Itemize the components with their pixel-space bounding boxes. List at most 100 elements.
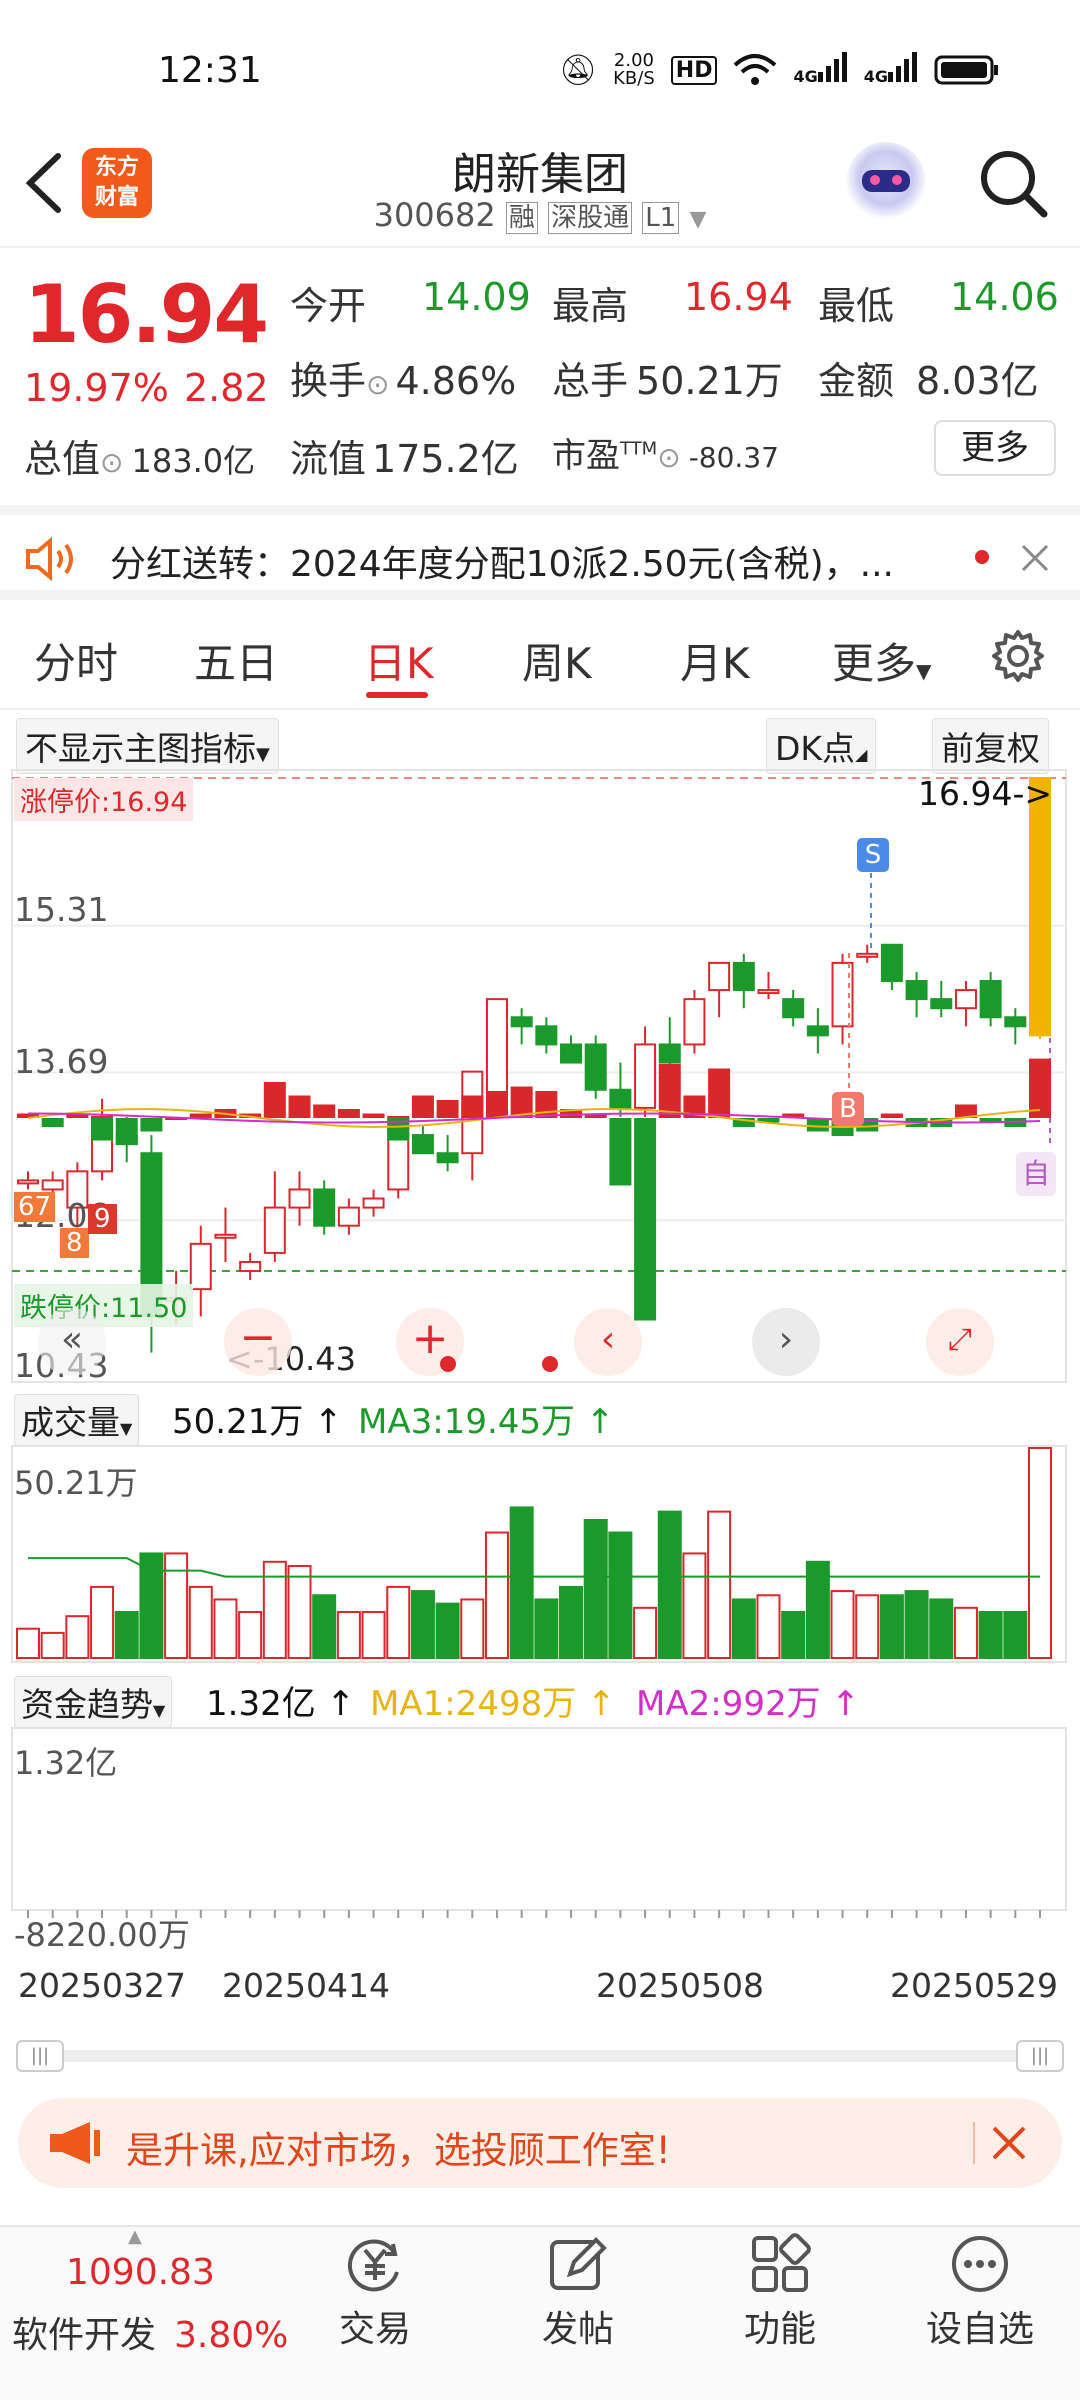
fund-bar bbox=[140, 1118, 163, 1132]
sector-index-name: 软件开发 bbox=[12, 2315, 157, 2356]
chevron-down-icon: ▼ bbox=[689, 207, 707, 232]
trade-button[interactable]: 交易 bbox=[305, 2232, 445, 2352]
volume-bar bbox=[312, 1594, 337, 1659]
dk-point-button[interactable]: DK点◢ bbox=[766, 718, 877, 774]
tab-intraday[interactable]: 分时 bbox=[34, 630, 118, 691]
market-cap-label: 总值 bbox=[24, 437, 101, 481]
tab-weekly-k[interactable]: 周K bbox=[522, 630, 592, 691]
add-watchlist-button[interactable]: 设自选 bbox=[910, 2232, 1050, 2352]
tab-five-day[interactable]: 五日 bbox=[194, 630, 278, 691]
candle-body bbox=[634, 1043, 657, 1109]
price-right-label: 16.94-> bbox=[918, 774, 1053, 813]
triangle-down-icon: ▼ bbox=[256, 744, 270, 765]
battery-icon bbox=[934, 55, 998, 85]
fund-bar bbox=[115, 1118, 138, 1145]
volume-bar bbox=[460, 1598, 485, 1659]
volume-bar bbox=[731, 1598, 756, 1659]
corner-icon: ◢ bbox=[855, 745, 868, 764]
candle-body bbox=[708, 961, 731, 992]
candle-body bbox=[337, 1206, 360, 1227]
volume-bar bbox=[410, 1590, 435, 1659]
tag-connect: 深股通 bbox=[548, 202, 633, 234]
settings-gear-icon[interactable] bbox=[990, 628, 1046, 684]
high-value: 16.94 bbox=[684, 275, 793, 319]
volume-bar bbox=[879, 1594, 904, 1659]
active-tab-underline bbox=[366, 692, 428, 698]
fund-ma2: MA2:992万 bbox=[636, 1684, 821, 1724]
mute-icon: 🔕︎ bbox=[559, 52, 598, 88]
fund-bar bbox=[1029, 1058, 1051, 1118]
functions-button[interactable]: 功能 bbox=[710, 2232, 850, 2352]
megaphone-icon bbox=[50, 2122, 100, 2164]
tab-daily-k[interactable]: 日K bbox=[364, 630, 434, 691]
scroll-right-button[interactable]: › bbox=[752, 1308, 820, 1376]
fund-bar bbox=[535, 1091, 558, 1118]
tab-more[interactable]: 更多▼ bbox=[832, 630, 931, 691]
turnover-row[interactable]: 换手⊙ 4.86% bbox=[290, 350, 516, 405]
event-tag-4: 9 bbox=[88, 1204, 117, 1234]
sell-mark: S bbox=[857, 838, 889, 872]
info-icon: ⊙ bbox=[100, 446, 124, 479]
fund-bar bbox=[461, 1095, 484, 1118]
fullscreen-button[interactable]: ⤢ bbox=[926, 1308, 994, 1376]
fund-bar bbox=[485, 1091, 508, 1118]
pe-row[interactable]: 市盈TTM⊙ -80.37 bbox=[552, 428, 779, 477]
volume-bar bbox=[386, 1585, 411, 1659]
close-icon[interactable] bbox=[1020, 543, 1050, 573]
volume-bar bbox=[287, 1564, 312, 1659]
volume-bar bbox=[707, 1510, 732, 1659]
robot-avatar-icon[interactable] bbox=[846, 142, 926, 222]
scroll-left-fast-button[interactable]: « bbox=[38, 1308, 106, 1376]
sector-index-value[interactable]: 1090.83 bbox=[66, 2252, 215, 2293]
fund-ma1: MA1:2498万 bbox=[370, 1684, 577, 1724]
turnover-value: 4.86% bbox=[395, 359, 517, 403]
promo-text: 是升课,应对市场，选投顾工作室! bbox=[126, 2129, 671, 2172]
post-button[interactable]: 发帖 bbox=[508, 2232, 648, 2352]
fund-bar bbox=[609, 1118, 632, 1186]
close-icon[interactable] bbox=[990, 2124, 1028, 2162]
volume-indicator-select[interactable]: 成交量▼ bbox=[14, 1394, 140, 1446]
market-cap-row[interactable]: 总值⊙ 183.0亿 bbox=[24, 428, 255, 483]
volume-bar bbox=[114, 1610, 139, 1659]
more-button[interactable]: 更多 bbox=[934, 420, 1056, 476]
tag-level: L1 bbox=[642, 202, 680, 234]
sector-index-row[interactable]: 软件开发 3.80% bbox=[12, 2306, 288, 2358]
y-label-1: 15.31 bbox=[14, 890, 109, 929]
volume-value: 50.21万 bbox=[636, 359, 783, 403]
sector-index-pct: 3.80% bbox=[174, 2315, 289, 2356]
volume-bar bbox=[953, 1606, 978, 1659]
range-slider-left-handle[interactable]: ||| bbox=[16, 2040, 64, 2072]
low-label: 最低 bbox=[818, 284, 895, 328]
notice-text: 分红送转：2024年度分配10派2.50元(含税)，... bbox=[110, 544, 895, 585]
zoom-out-button[interactable]: − bbox=[224, 1308, 292, 1376]
fund-current: 1.32亿 bbox=[206, 1684, 316, 1724]
main-indicator-select[interactable]: 不显示主图指标▼ bbox=[16, 718, 279, 774]
search-icon[interactable] bbox=[978, 148, 1050, 220]
range-slider-right-handle[interactable]: ||| bbox=[1016, 2040, 1064, 2072]
promo-banner[interactable]: 是升课,应对市场，选投顾工作室! bbox=[18, 2098, 1062, 2188]
candle-body bbox=[609, 1088, 632, 1109]
fund-bar bbox=[288, 1095, 311, 1118]
adjust-select[interactable]: 前复权 bbox=[932, 718, 1049, 774]
dividend-notice[interactable]: 分红送转：2024年度分配10派2.50元(含税)，... bbox=[0, 505, 1080, 600]
fund-min-label: -8220.00万 bbox=[14, 1916, 190, 1954]
fund-indicator-select[interactable]: 资金趋势▼ bbox=[14, 1676, 173, 1728]
tab-monthly-k[interactable]: 月K bbox=[680, 630, 750, 691]
candle-body bbox=[806, 1025, 829, 1037]
event-tag-3: 8 bbox=[60, 1228, 89, 1258]
up-arrow-icon: ↑ bbox=[576, 1684, 616, 1724]
volume-bar bbox=[657, 1510, 682, 1659]
candle-body bbox=[1029, 777, 1051, 1037]
pe-label: 市盈 bbox=[552, 436, 620, 476]
candle-body bbox=[313, 1188, 336, 1227]
trade-label: 交易 bbox=[338, 2309, 411, 2350]
candle-body bbox=[560, 1043, 583, 1064]
event-tag-1-text: 6 bbox=[18, 1192, 35, 1222]
range-slider-track[interactable] bbox=[20, 2050, 1060, 2062]
fund-bar bbox=[337, 1109, 360, 1118]
grid-apps-icon bbox=[752, 2233, 811, 2292]
triangle-down-icon: ▼ bbox=[153, 1701, 166, 1720]
volume-bar bbox=[40, 1631, 65, 1659]
scroll-left-button[interactable]: ‹ bbox=[574, 1308, 642, 1376]
edit-icon bbox=[550, 2237, 607, 2290]
